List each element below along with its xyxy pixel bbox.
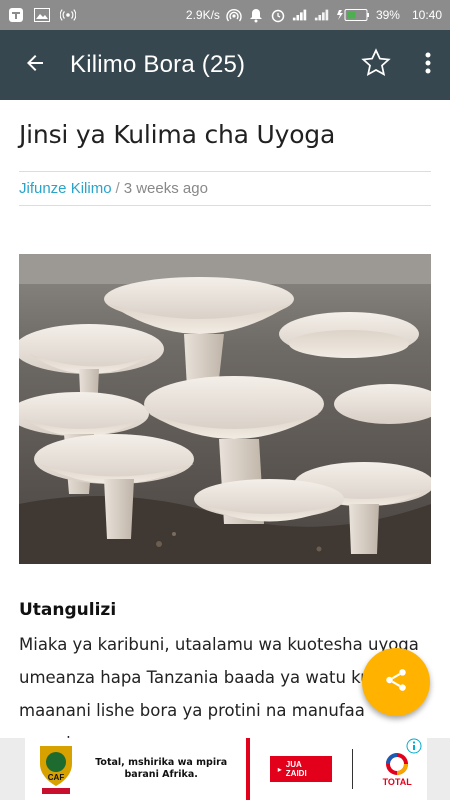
total-swirl-icon (386, 753, 409, 775)
ad-headline: Total, mshirika wa mpira barani Afrika. (95, 757, 228, 780)
article-meta: Jifunze Kilimo / 3 weeks ago (19, 171, 431, 206)
share-button[interactable] (362, 648, 430, 716)
article-title: Jinsi ya Kulima cha Uyoga (19, 120, 336, 149)
ad-divider (352, 749, 354, 789)
app-bar: Kilimo Bora (25) (0, 30, 450, 100)
total-logo: TOTAL (367, 751, 427, 787)
more-vert-icon (425, 52, 431, 79)
total-brand: TOTAL (382, 777, 412, 787)
author-link[interactable]: Jifunze Kilimo (19, 180, 112, 197)
hotspot-icon (226, 7, 242, 23)
article-age: 3 weeks ago (123, 180, 208, 197)
mushroom-illustration (19, 254, 431, 564)
battery-percent: 39% (375, 8, 400, 22)
play-arrow-icon: ▸ (277, 764, 282, 774)
favorite-button[interactable] (346, 30, 406, 100)
overflow-menu-button[interactable] (406, 30, 450, 100)
section-heading: Utangulizi (19, 600, 117, 620)
status-bar: 2.9K/s 39% 10:40 (0, 0, 450, 30)
meta-separator: / (115, 180, 120, 197)
broadcast-icon (60, 7, 76, 23)
article-header: Jinsi ya Kulima cha Uyoga Jifunze Kilimo… (19, 100, 431, 206)
battery-icon (336, 7, 370, 23)
image-notification-icon (34, 7, 50, 23)
ad-content[interactable]: CAF Total, mshirika wa mpira barani Afri… (25, 738, 427, 800)
star-outline-icon (360, 47, 392, 84)
network-speed: 2.9K/s (185, 8, 220, 22)
signal-icon (292, 7, 308, 23)
app-bar-title: Kilimo Bora (25) (70, 51, 246, 78)
alarm-icon (270, 7, 286, 23)
arrow-left-icon (23, 51, 47, 80)
back-button[interactable] (0, 30, 70, 100)
article-image (19, 254, 431, 564)
silent-bell-icon (248, 7, 264, 23)
ad-banner[interactable]: CAF Total, mshirika wa mpira barani Afri… (0, 738, 450, 800)
caf-logo: CAF (25, 738, 87, 800)
signal-2-icon (314, 7, 330, 23)
caf-badge-text: CAF (48, 773, 65, 782)
ad-info-icon[interactable] (406, 738, 422, 754)
clock: 10:40 (411, 8, 442, 22)
ad-cta-button[interactable]: ▸ JUA ZAIDI (269, 756, 333, 782)
ad-red-bar (245, 738, 250, 800)
share-icon (383, 667, 409, 698)
ad-cta-label: JUA ZAIDI (285, 760, 307, 778)
app-notification-icon (8, 7, 24, 23)
